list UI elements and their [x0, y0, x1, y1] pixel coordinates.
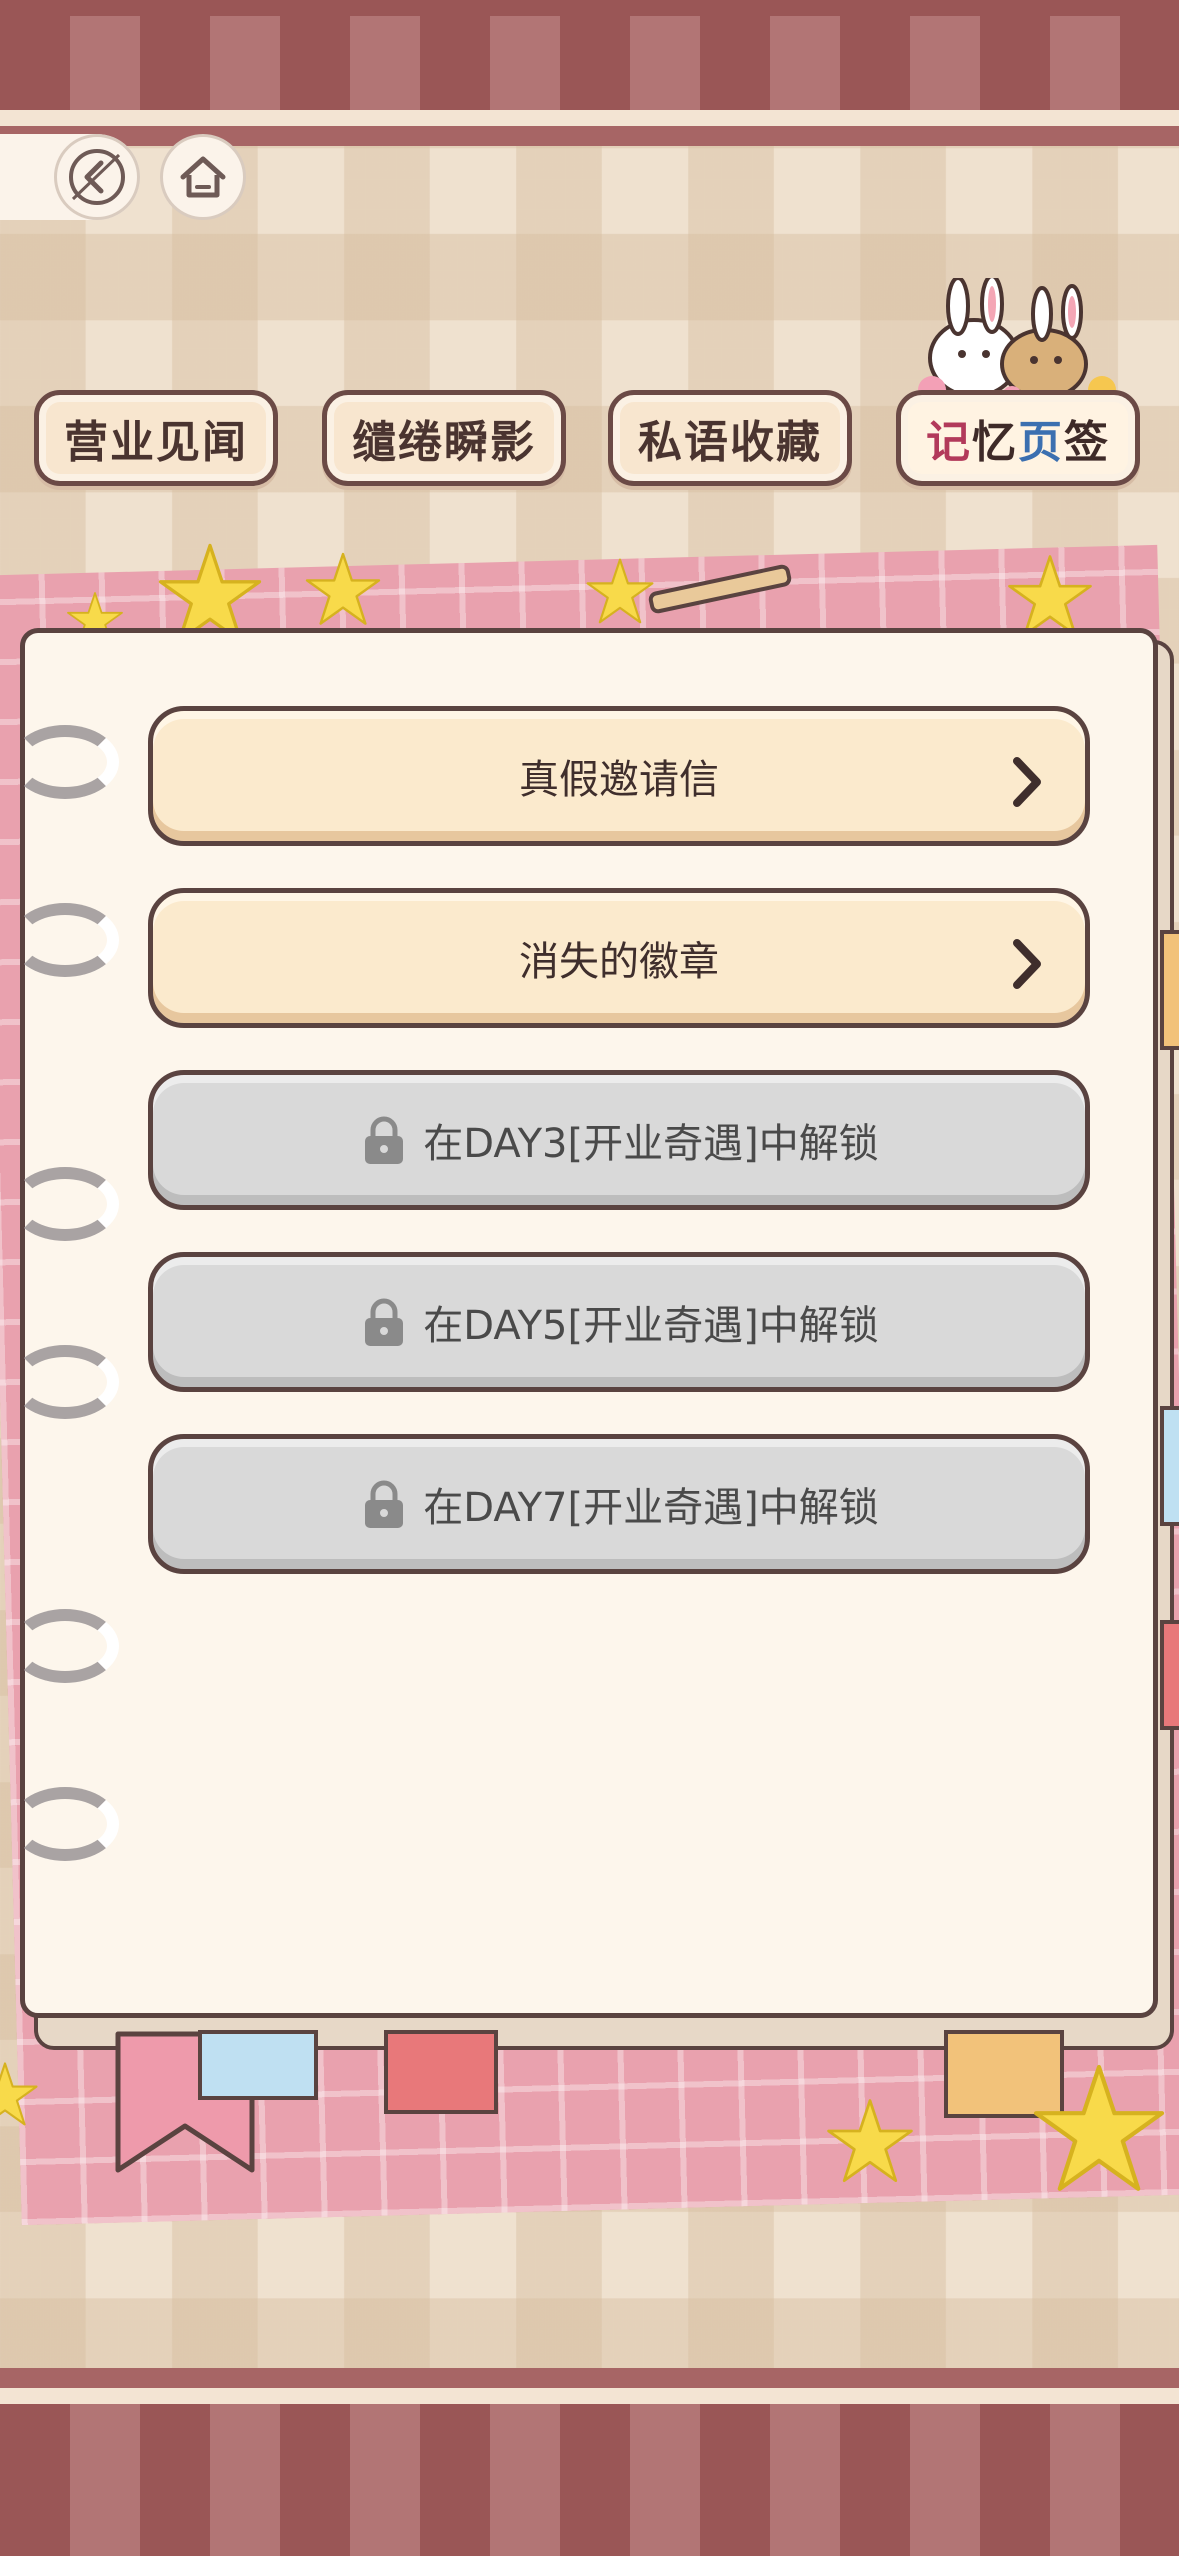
back-arrow-icon	[69, 149, 125, 205]
home-icon	[180, 156, 226, 198]
binder-ring	[11, 1609, 119, 1683]
binder-ring	[11, 1167, 119, 1241]
side-tab-red	[1160, 1620, 1179, 1730]
memory-item-locked-day5[interactable]: 在DAY5[开业奇遇]中解锁	[148, 1252, 1090, 1392]
tab-whisper-collection[interactable]: 私语收藏	[608, 390, 852, 486]
side-tab-blue	[1160, 1406, 1179, 1526]
binder-ring	[11, 1345, 119, 1419]
home-button[interactable]	[160, 134, 246, 220]
memory-item-locked-day3[interactable]: 在DAY3[开业奇遇]中解锁	[148, 1070, 1090, 1210]
star-icon	[1033, 2064, 1165, 2191]
bottom-band-line	[0, 2368, 1179, 2388]
pencil-icon	[648, 564, 792, 614]
item-label: 在DAY3[开业奇遇]中解锁	[423, 1121, 879, 1167]
bottom-tab-blue	[198, 2030, 318, 2100]
lock-icon	[365, 1480, 404, 1528]
binder-ring	[11, 725, 119, 799]
chevron-right-icon	[1013, 757, 1041, 807]
tab-active-char-1: 记	[926, 417, 972, 468]
item-label: 真假邀请信	[519, 757, 719, 803]
tab-active-char-4: 签	[1064, 417, 1110, 468]
memory-item-locked-day7[interactable]: 在DAY7[开业奇遇]中解锁	[148, 1434, 1090, 1574]
tab-active-char-3: 页	[1018, 417, 1064, 468]
chevron-right-icon	[1013, 939, 1041, 989]
tab-moments[interactable]: 缱绻瞬影	[322, 390, 566, 486]
item-label: 消失的徽章	[519, 939, 719, 985]
top-band	[0, 0, 1179, 126]
side-tab-orange	[1160, 930, 1179, 1050]
memory-item-fake-invitation[interactable]: 真假邀请信	[148, 706, 1090, 846]
memory-item-lost-badge[interactable]: 消失的徽章	[148, 888, 1090, 1028]
tab-memory-bookmarks[interactable]: 记忆页签	[896, 390, 1140, 486]
star-icon	[0, 2062, 38, 2126]
bottom-tab-red	[384, 2030, 498, 2114]
binder-ring	[11, 1787, 119, 1861]
tab-active-char-2: 忆	[972, 417, 1018, 468]
star-icon	[305, 552, 381, 625]
tab-business-news[interactable]: 营业见闻	[34, 390, 278, 486]
binder-ring	[11, 903, 119, 977]
lock-icon	[365, 1298, 404, 1346]
star-icon	[827, 2099, 913, 2183]
bunny-mascot-icon	[918, 278, 1116, 406]
item-label: 在DAY5[开业奇遇]中解锁	[423, 1303, 879, 1349]
item-label: 在DAY7[开业奇遇]中解锁	[423, 1485, 879, 1531]
back-button[interactable]	[54, 134, 140, 220]
lock-icon	[365, 1116, 404, 1164]
bottom-band	[0, 2388, 1179, 2556]
